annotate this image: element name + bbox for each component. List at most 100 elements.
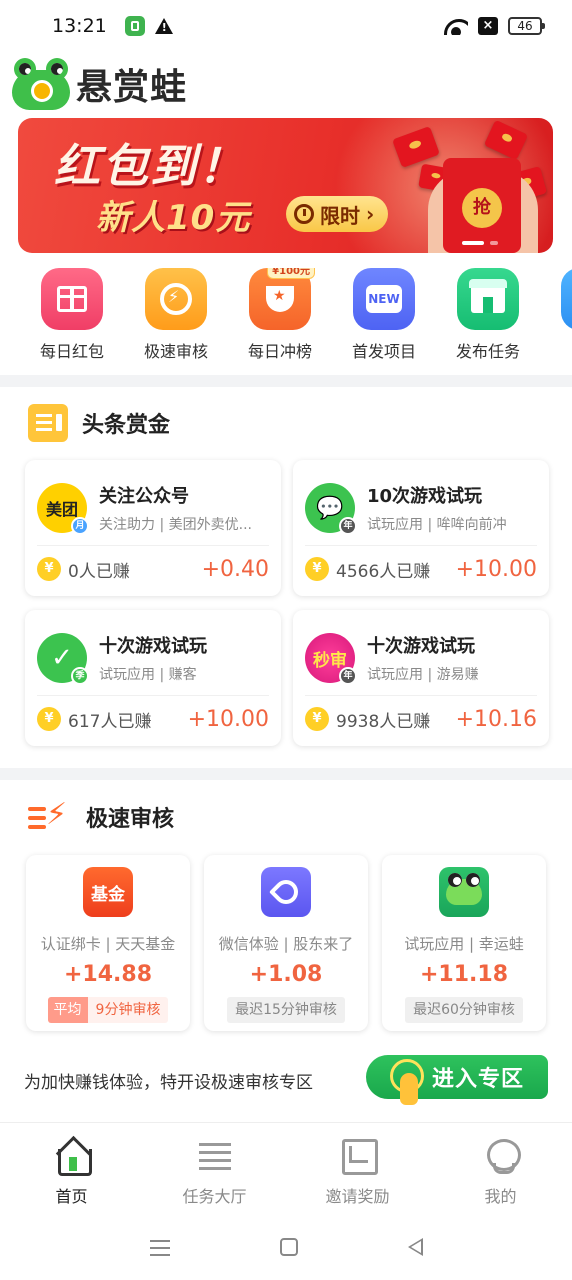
red-envelope-icon: 抢 <box>443 158 521 253</box>
tab-label: 我的 <box>484 1187 517 1206</box>
enter-zone-button[interactable]: 进入专区 <box>366 1055 548 1105</box>
earned-count: 617人已赚 <box>68 711 152 732</box>
fast-task-card[interactable]: 微信体验 | 股东来了 +1.08 最迟15分钟审核 <box>204 855 368 1031</box>
headline-section-header: 头条赏金 <box>28 404 170 442</box>
warning-icon <box>154 18 173 34</box>
task-reward: +0.40 <box>201 556 269 582</box>
chevron-right-icon: › <box>366 202 375 226</box>
quick-nav-daily-redpacket[interactable]: 每日红包 <box>20 268 124 364</box>
recent-apps-icon[interactable] <box>149 1239 170 1255</box>
tab-label: 首页 <box>55 1187 88 1206</box>
alarm-clock-icon <box>145 268 207 330</box>
task-card[interactable]: 💬 年 10次游戏试玩 试玩应用 | 哞哞向前冲 ¥ 4566人已赚 +10.0… <box>293 460 549 596</box>
no-sim-icon: × <box>478 17 498 35</box>
more-icon <box>561 268 572 330</box>
review-time-tag: 最迟15分钟审核 <box>227 997 345 1023</box>
task-card[interactable]: 秒审 年 十次游戏试玩 试玩应用 | 游易赚 ¥ 9938人已赚 +10.16 <box>293 610 549 746</box>
earned-count: 9938人已赚 <box>336 711 431 732</box>
promo-text: 为加快赚钱体验，特开设极速审核专区 <box>24 1072 313 1093</box>
task-reward: +10.00 <box>187 706 269 732</box>
section-divider <box>0 375 572 387</box>
limited-time-button[interactable]: 限时 › <box>286 196 389 232</box>
quick-nav-new-projects[interactable]: NEW 首发项目 <box>332 268 436 364</box>
task-subtitle: 试玩应用 | 幸运蛙 <box>404 935 524 953</box>
bottom-tab-bar: 首页 任务大厅 邀请奖励 我的 <box>0 1122 572 1214</box>
banner-title: 红包到！ <box>54 139 246 193</box>
link-app-icon <box>261 867 311 917</box>
checkmark-logo-icon: ✓ 季 <box>37 633 89 685</box>
gift-icon <box>41 268 103 330</box>
fast-section-header: 极速审核 <box>28 797 175 835</box>
seckill-logo-icon: 秒审 年 <box>305 633 357 685</box>
section-title: 极速审核 <box>86 807 175 832</box>
new-icon: NEW <box>353 268 415 330</box>
status-time: 13:21 <box>52 15 107 37</box>
home-icon <box>54 1137 92 1176</box>
trophy-icon: ¥100元 <box>249 268 315 330</box>
quick-nav-daily-ranking[interactable]: ¥100元 每日冲榜 <box>228 268 332 364</box>
task-reward: +11.18 <box>419 962 509 987</box>
profile-icon <box>483 1137 521 1174</box>
coin-icon: ¥ <box>305 707 329 731</box>
task-title: 10次游戏试玩 <box>367 486 483 507</box>
tab-label: 邀请奖励 <box>325 1187 390 1206</box>
quick-nav: 每日红包 极速审核 ¥100元 每日冲榜 NEW 首发项目 发布任务 悬 <box>0 268 572 364</box>
frog-logo-icon <box>12 58 70 110</box>
back-icon[interactable] <box>407 1238 423 1256</box>
home-button-icon[interactable] <box>279 1238 298 1256</box>
quick-nav-label: 首发项目 <box>351 342 416 361</box>
coin-icon: ¥ <box>37 707 61 731</box>
earned-count: 0人已赚 <box>68 561 130 582</box>
list-icon <box>197 1137 233 1173</box>
task-subtitle: 关注助力 | 美团外卖优... <box>99 517 252 533</box>
app-title: 悬赏蛙 <box>76 67 188 108</box>
task-reward: +10.16 <box>455 706 537 732</box>
tab-me[interactable]: 我的 <box>429 1123 572 1214</box>
quick-nav-label: 极速审核 <box>143 342 208 361</box>
task-card[interactable]: ✓ 季 十次游戏试玩 试玩应用 | 赚客 ¥ 617人已赚 +10.00 <box>25 610 281 746</box>
tab-invite[interactable]: 邀请奖励 <box>286 1123 429 1214</box>
task-subtitle: 试玩应用 | 游易赚 <box>367 667 479 683</box>
task-reward: +14.88 <box>63 962 153 987</box>
task-reward: +1.08 <box>249 962 323 987</box>
earned-count: 4566人已赚 <box>336 561 431 582</box>
task-reward: +10.00 <box>455 556 537 582</box>
tab-task-hall[interactable]: 任务大厅 <box>143 1123 286 1214</box>
quick-nav-label: 发布任务 <box>455 342 520 361</box>
review-time-tag: 平均 9分钟审核 <box>47 997 169 1023</box>
section-title: 头条赏金 <box>82 413 171 438</box>
status-bar: 13:21 × 46 <box>0 0 572 52</box>
tab-home[interactable]: 首页 <box>0 1123 143 1214</box>
quick-nav-fast-review[interactable]: 极速审核 <box>124 268 228 364</box>
lightning-icon <box>28 797 72 835</box>
banner-pagination <box>462 241 498 245</box>
quick-nav-label: 每日红包 <box>39 342 104 361</box>
fast-task-card[interactable]: 试玩应用 | 幸运蛙 +11.18 最迟60分钟审核 <box>382 855 546 1031</box>
task-title: 十次游戏试玩 <box>99 636 207 657</box>
task-subtitle: 微信体验 | 股东来了 <box>218 935 354 953</box>
system-nav-bar <box>0 1214 572 1280</box>
coin-icon: ¥ <box>305 557 329 581</box>
quick-nav-publish-task[interactable]: 发布任务 <box>436 268 540 364</box>
tap-hand-icon <box>390 1059 426 1105</box>
promo-banner[interactable]: 抢 红包到！ 新人10元 限时 › <box>18 118 553 253</box>
fund-app-icon: 基金 <box>83 867 133 917</box>
frog-app-icon <box>439 867 489 917</box>
chart-icon <box>340 1137 378 1175</box>
app-header: 悬赏蛙 <box>12 56 187 112</box>
timer-icon <box>294 204 314 224</box>
reward-badge: ¥100元 <box>267 268 315 279</box>
quick-nav-more[interactable]: 悬 <box>540 268 572 364</box>
task-subtitle: 认证绑卡 | 天天基金 <box>40 935 176 953</box>
task-card[interactable]: 美团 月 关注公众号 关注助力 | 美团外卖优... ¥ 0人已赚 +0.40 <box>25 460 281 596</box>
coin-icon: ¥ <box>37 557 61 581</box>
task-subtitle: 试玩应用 | 哞哞向前冲 <box>367 517 507 533</box>
task-title: 关注公众号 <box>99 486 189 507</box>
wechat-logo-icon: 💬 年 <box>305 483 357 535</box>
fast-zone-promo: 为加快赚钱体验，特开设极速审核专区 进入专区 <box>24 1055 554 1105</box>
section-divider <box>0 768 572 780</box>
quick-nav-label: 每日冲榜 <box>247 342 312 361</box>
fast-task-card[interactable]: 基金 认证绑卡 | 天天基金 +14.88 平均 9分钟审核 <box>26 855 190 1031</box>
meituan-logo-icon: 美团 月 <box>37 483 89 535</box>
review-time-tag: 最迟60分钟审核 <box>405 997 523 1023</box>
